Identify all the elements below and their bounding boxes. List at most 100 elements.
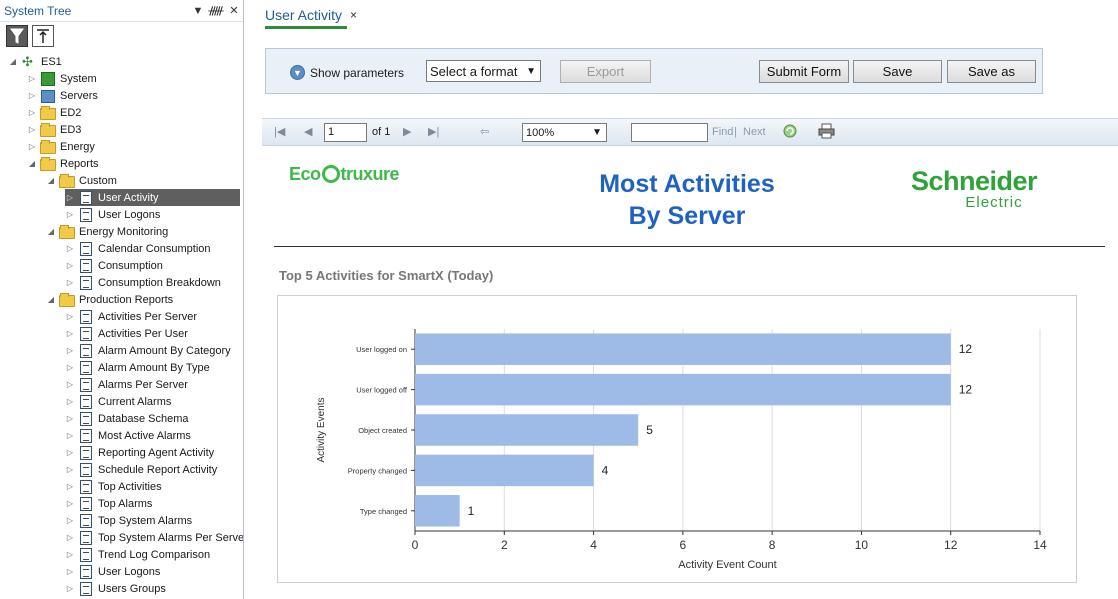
- collapsed-arrow-icon[interactable]: ▷: [27, 125, 37, 134]
- tree-node-label[interactable]: User Logons: [96, 565, 162, 579]
- last-page-icon[interactable]: ▶|: [428, 125, 439, 138]
- tree-node-label[interactable]: Servers: [58, 89, 100, 103]
- back-icon[interactable]: ⇦: [480, 125, 489, 138]
- tree-node[interactable]: ▷ Database Schema: [65, 410, 191, 427]
- collapsed-arrow-icon[interactable]: ▷: [65, 210, 75, 219]
- tree-node-label[interactable]: Most Active Alarms: [96, 429, 193, 443]
- next-page-icon[interactable]: ▶: [403, 125, 411, 138]
- save-as-button[interactable]: Save as: [947, 60, 1036, 83]
- tree-node[interactable]: ▷ Alarms Per Server: [65, 376, 190, 393]
- collapsed-arrow-icon[interactable]: ▷: [65, 380, 75, 389]
- tree-node-label[interactable]: Reports: [58, 157, 101, 171]
- save-button[interactable]: Save: [853, 60, 942, 83]
- format-select[interactable]: Select a format ▼: [426, 60, 541, 82]
- navigate-up-icon[interactable]: [32, 24, 54, 47]
- expanded-arrow-icon[interactable]: ◢: [27, 159, 37, 168]
- collapsed-arrow-icon[interactable]: ▷: [65, 533, 75, 542]
- tree-node-label[interactable]: Top Alarms: [96, 497, 154, 511]
- collapsed-arrow-icon[interactable]: ▷: [65, 278, 75, 287]
- tree-node-label[interactable]: Current Alarms: [96, 395, 173, 409]
- collapsed-arrow-icon[interactable]: ▷: [27, 91, 37, 100]
- tree-node[interactable]: ▷ Alarm Amount By Category: [65, 342, 233, 359]
- tree-node-label[interactable]: Alarm Amount By Category: [96, 344, 233, 358]
- tab-user-activity[interactable]: User Activity ×: [265, 3, 357, 27]
- tree-node[interactable]: ▷ Reporting Agent Activity: [65, 444, 216, 461]
- collapsed-arrow-icon[interactable]: ▷: [65, 261, 75, 270]
- tree-node-label[interactable]: Activities Per User: [96, 327, 190, 341]
- tree-node[interactable]: ▷ Schedule Report Activity: [65, 461, 219, 478]
- tree-node-label[interactable]: Consumption Breakdown: [96, 276, 223, 290]
- tree-node[interactable]: ◢ ✣ ES1: [8, 53, 64, 70]
- find-link[interactable]: Find: [712, 126, 733, 138]
- collapsed-arrow-icon[interactable]: ▷: [65, 363, 75, 372]
- collapsed-arrow-icon[interactable]: ▷: [65, 499, 75, 508]
- previous-page-icon[interactable]: ◀: [304, 125, 312, 138]
- tree-node[interactable]: ◢ Energy Monitoring: [46, 223, 170, 240]
- page-number-input[interactable]: 1: [324, 123, 367, 142]
- tree-node[interactable]: ▷ ED2: [27, 104, 83, 121]
- collapsed-arrow-icon[interactable]: ▷: [27, 142, 37, 151]
- tree-node-label[interactable]: Users Groups: [96, 582, 168, 596]
- tree-node-label[interactable]: Alarm Amount By Type: [96, 361, 212, 375]
- zoom-select[interactable]: 100% ▼: [522, 123, 607, 142]
- tree-node[interactable]: ▷ Calendar Consumption: [65, 240, 213, 257]
- collapsed-arrow-icon[interactable]: ▷: [65, 567, 75, 576]
- tree-node[interactable]: ▷ Top Alarms: [65, 495, 154, 512]
- close-icon[interactable]: ✕: [225, 4, 243, 17]
- tree-node-label[interactable]: Energy Monitoring: [77, 225, 170, 239]
- tree-node[interactable]: ◢ Custom: [46, 172, 119, 189]
- tree-node[interactable]: ▷ Servers: [27, 87, 100, 104]
- collapsed-arrow-icon[interactable]: ▷: [65, 550, 75, 559]
- tree-node-label[interactable]: System: [58, 72, 99, 86]
- tree-node-label[interactable]: ED3: [58, 123, 83, 137]
- refresh-icon[interactable]: [782, 123, 798, 142]
- tree-node-label[interactable]: Calendar Consumption: [96, 242, 213, 256]
- tree-node[interactable]: ▷ Trend Log Comparison: [65, 546, 212, 563]
- pin-icon[interactable]: ᚏ: [207, 4, 225, 17]
- collapsed-arrow-icon[interactable]: ▷: [65, 516, 75, 525]
- tree-node[interactable]: ▷ Activities Per Server: [65, 308, 199, 325]
- expanded-arrow-icon[interactable]: ◢: [8, 57, 18, 66]
- tree-node[interactable]: ▷ User Activity: [65, 189, 240, 206]
- collapsed-arrow-icon[interactable]: ▷: [65, 465, 75, 474]
- tree-node[interactable]: ▷ Top System Alarms Per Serve: [65, 529, 243, 546]
- find-input[interactable]: [631, 123, 708, 142]
- collapsed-arrow-icon[interactable]: ▷: [27, 108, 37, 117]
- show-parameters-toggle[interactable]: ▼ Show parameters: [290, 65, 404, 80]
- expanded-arrow-icon[interactable]: ◢: [46, 295, 56, 304]
- tree-node-label[interactable]: Top System Alarms Per Serve: [96, 531, 243, 545]
- tree-node-label[interactable]: Custom: [77, 174, 119, 188]
- collapsed-arrow-icon[interactable]: ▷: [65, 244, 75, 253]
- expanded-arrow-icon[interactable]: ◢: [46, 176, 56, 185]
- tree-node-label[interactable]: Schedule Report Activity: [96, 463, 219, 477]
- collapsed-arrow-icon[interactable]: ▷: [27, 74, 37, 83]
- tree-node-label[interactable]: Reporting Agent Activity: [96, 446, 216, 460]
- submit-form-button[interactable]: Submit Form: [759, 60, 849, 83]
- tree-node-label[interactable]: Consumption: [96, 259, 165, 273]
- show-parameters-label[interactable]: Show parameters: [310, 66, 404, 80]
- close-tab-icon[interactable]: ×: [350, 8, 357, 22]
- tree-node[interactable]: ◢ Reports: [27, 155, 101, 172]
- find-next-link[interactable]: Next: [743, 126, 766, 138]
- collapsed-arrow-icon[interactable]: ▷: [65, 346, 75, 355]
- tree-node[interactable]: ▷ Top System Alarms: [65, 512, 194, 529]
- tree-node-label[interactable]: ES1: [39, 55, 64, 69]
- tree-node[interactable]: ◢ Production Reports: [46, 291, 175, 308]
- tree-node[interactable]: ▷ Consumption: [65, 257, 165, 274]
- tree-node[interactable]: ▷ Consumption Breakdown: [65, 274, 223, 291]
- filter-icon[interactable]: [6, 24, 28, 47]
- export-button[interactable]: Export: [560, 60, 651, 83]
- tree-node-label[interactable]: Energy: [58, 140, 97, 154]
- tab-label[interactable]: User Activity: [265, 7, 342, 23]
- tree-node-label[interactable]: Top Activities: [96, 480, 164, 494]
- tree-node-label[interactable]: ED2: [58, 106, 83, 120]
- expand-circle-icon[interactable]: ▼: [290, 65, 305, 80]
- tree-node[interactable]: ▷ System: [27, 70, 99, 87]
- collapsed-arrow-icon[interactable]: ▷: [65, 431, 75, 440]
- tree-node-label[interactable]: Alarms Per Server: [96, 378, 190, 392]
- tree-node[interactable]: ▷ Current Alarms: [65, 393, 173, 410]
- tree-node-label[interactable]: Trend Log Comparison: [96, 548, 212, 562]
- tree-node[interactable]: ▷ Users Groups: [65, 580, 168, 597]
- chevron-down-icon[interactable]: ▼: [189, 5, 207, 17]
- tree-node-label[interactable]: Database Schema: [96, 412, 191, 426]
